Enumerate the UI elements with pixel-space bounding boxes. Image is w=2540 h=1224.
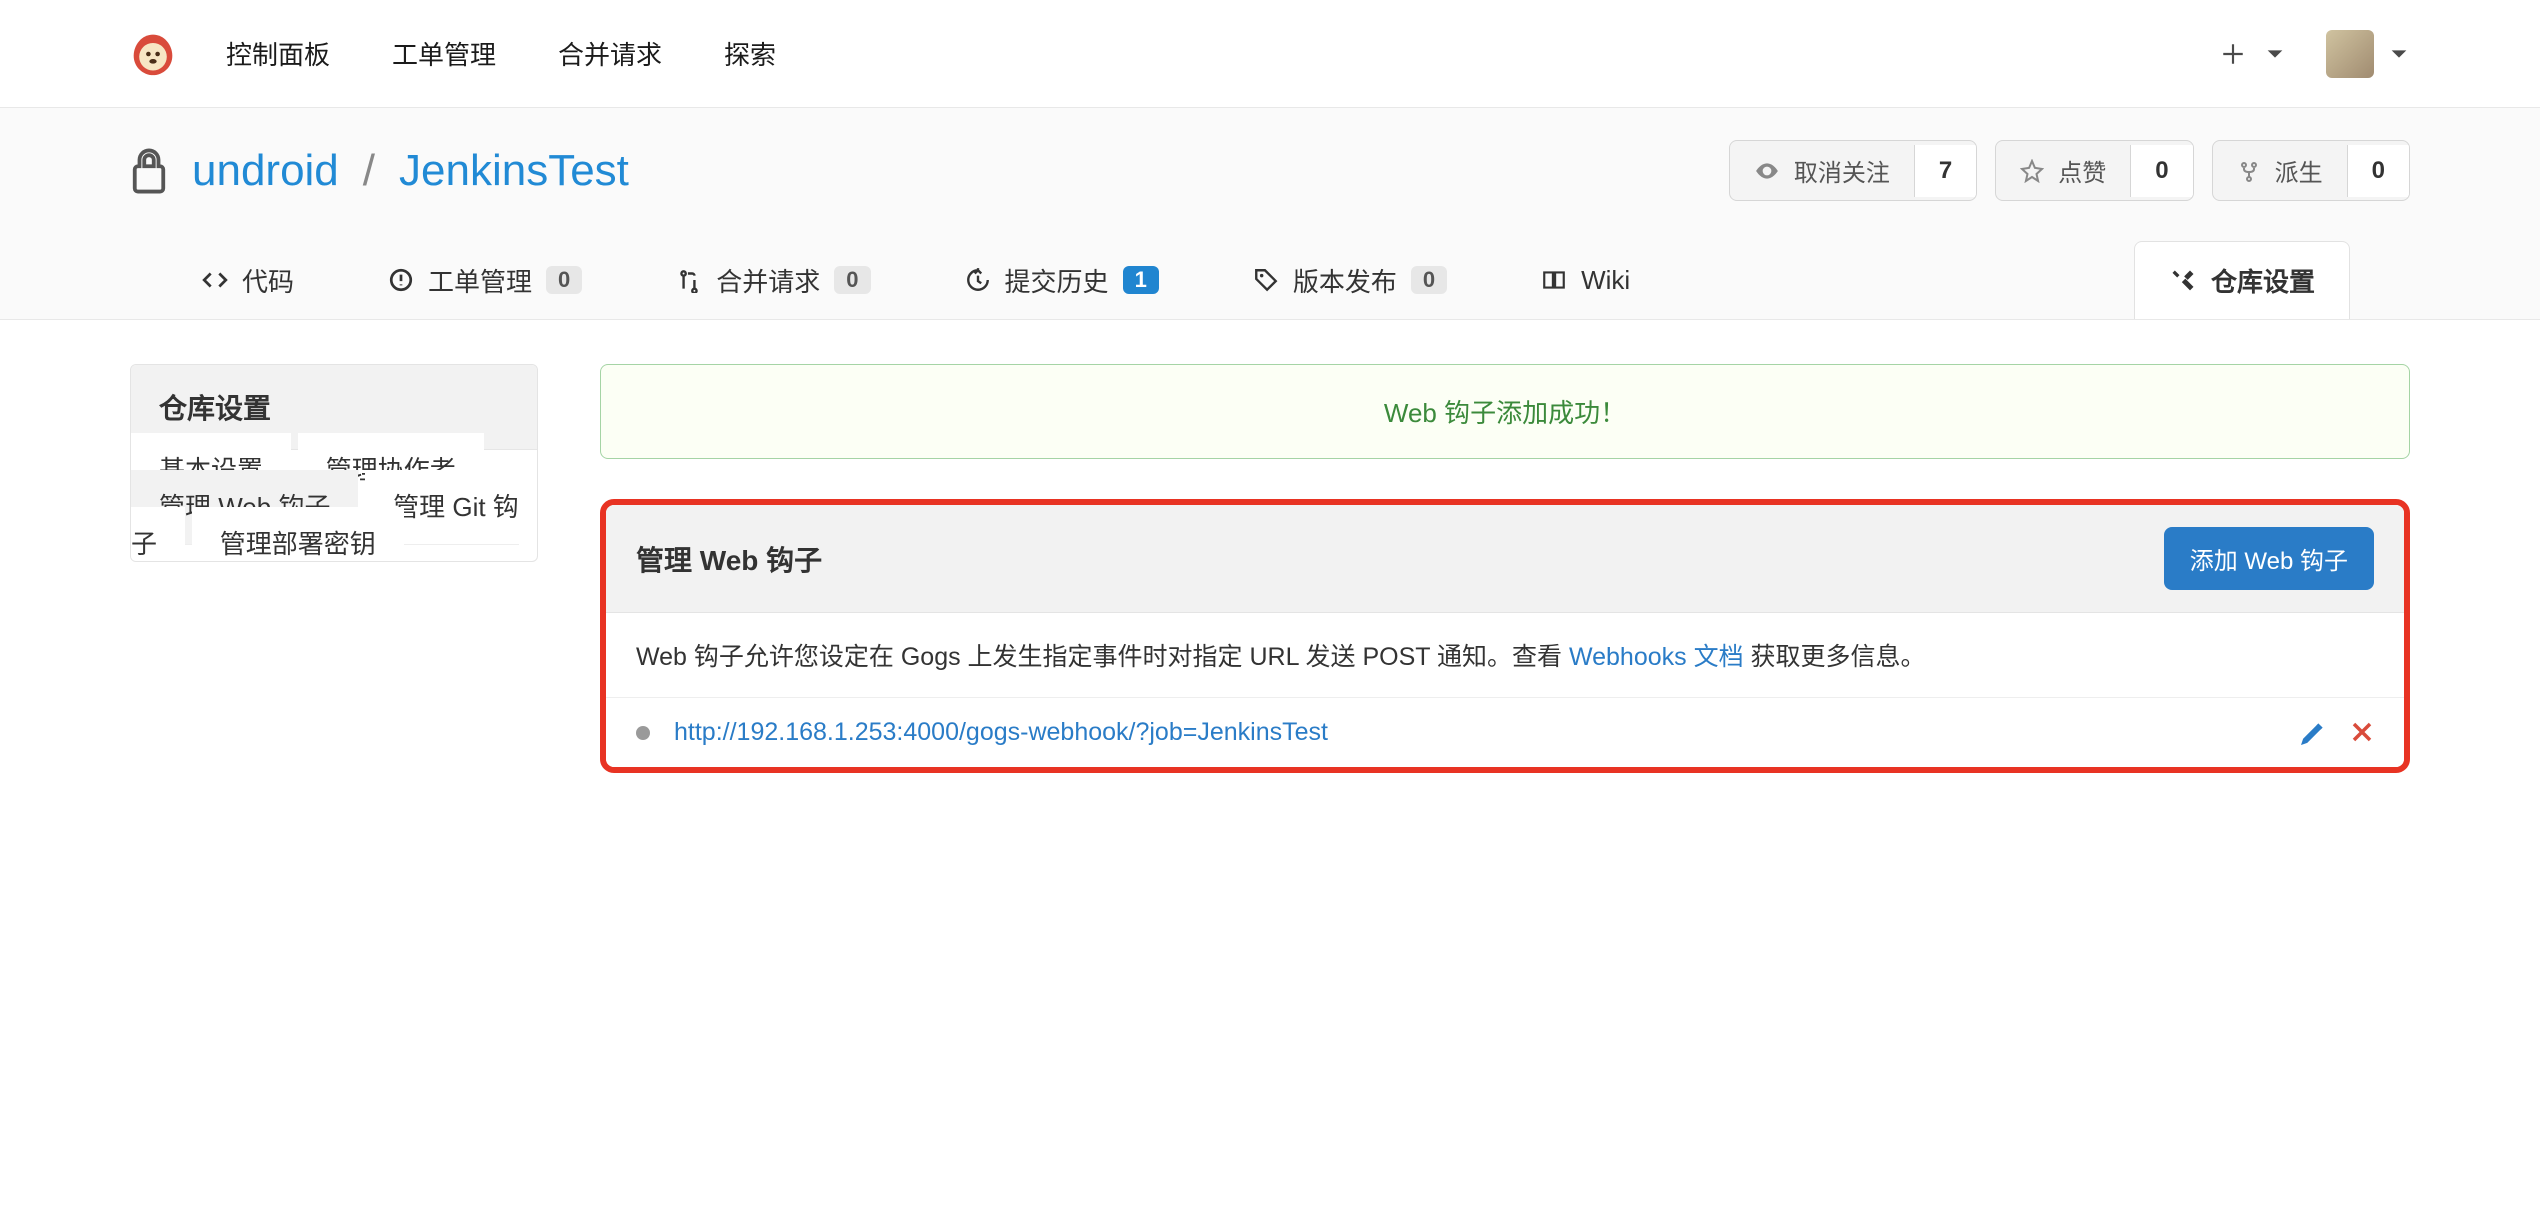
watch-count: 7 [1914,145,1976,197]
repo-owner-link[interactable]: undroid [192,146,339,196]
chevron-down-icon [2388,43,2410,65]
webhooks-panel: 管理 Web 钩子 添加 Web 钩子 Web 钩子允许您设定在 Gogs 上发… [606,505,2404,767]
user-menu[interactable] [2326,30,2410,78]
edit-webhook-button[interactable] [2300,720,2326,746]
close-icon [2350,720,2374,744]
repo-tabs: 代码 工单管理 0 合并请求 0 提交历史 1 版本发布 0 [130,201,2410,319]
avatar [2326,30,2374,78]
tab-commits[interactable]: 提交历史 1 [953,248,1171,313]
nav-dashboard[interactable]: 控制面板 [226,35,330,72]
repo-title: undroid / JenkinsTest [130,146,629,196]
fork-button[interactable]: 派生 0 [2212,140,2410,201]
create-menu[interactable] [2220,41,2286,67]
history-icon [965,267,991,293]
lock-icon [130,147,168,195]
plus-icon [2220,41,2246,67]
tab-wiki[interactable]: Wiki [1529,251,1642,310]
delete-webhook-button[interactable] [2350,720,2374,746]
watch-label: 取消关注 [1794,153,1890,188]
tab-releases[interactable]: 版本发布 0 [1241,248,1459,313]
issues-count: 0 [546,266,582,294]
status-dot-icon [636,726,650,740]
webhooks-title: 管理 Web 钩子 [636,539,822,579]
star-icon [2020,159,2044,183]
settings-sidebar: 仓库设置 基本设置 管理协作者 管理 Web 钩子 管理 Git 钩子 管理部署… [130,364,538,562]
git-pull-icon [676,267,702,293]
repo-separator: / [363,146,375,196]
pulls-count: 0 [834,266,870,294]
nav-explore[interactable]: 探索 [724,35,776,72]
top-nav: 控制面板 工单管理 合并请求 探索 [0,0,2540,108]
webhook-row: http://192.168.1.253:4000/gogs-webhook/?… [606,698,2404,767]
sidebar-item-deploykeys[interactable]: 管理部署密钥 [192,507,404,562]
nav-links: 控制面板 工单管理 合并请求 探索 [226,35,776,72]
fork-icon [2237,159,2261,183]
nav-right [2220,30,2410,78]
webhook-url-link[interactable]: http://192.168.1.253:4000/gogs-webhook/?… [674,718,1328,747]
star-count: 0 [2130,145,2192,197]
highlight-frame: 管理 Web 钩子 添加 Web 钩子 Web 钩子允许您设定在 Gogs 上发… [600,499,2410,773]
code-icon [202,267,228,293]
tab-code[interactable]: 代码 [190,248,306,313]
commits-count: 1 [1123,266,1159,294]
chevron-down-icon [2264,43,2286,65]
webhooks-description: Web 钩子允许您设定在 Gogs 上发生指定事件时对指定 URL 发送 POS… [606,613,2404,698]
add-webhook-button[interactable]: 添加 Web 钩子 [2164,527,2374,590]
success-alert: Web 钩子添加成功！ [600,364,2410,459]
tab-issues[interactable]: 工单管理 0 [376,248,594,313]
site-logo[interactable] [130,31,176,77]
repo-actions: 取消关注 7 点赞 0 派生 0 [1729,140,2410,201]
tools-icon [2169,267,2197,295]
tab-pulls[interactable]: 合并请求 0 [664,248,882,313]
star-label: 点赞 [2058,153,2106,188]
repo-name-link[interactable]: JenkinsTest [399,146,629,196]
watch-button[interactable]: 取消关注 7 [1729,140,1977,201]
pencil-icon [2300,720,2326,746]
fork-count: 0 [2347,145,2409,197]
eye-icon [1754,158,1780,184]
webhooks-docs-link[interactable]: Webhooks 文档 [1569,643,1744,671]
star-button[interactable]: 点赞 0 [1995,140,2193,201]
tab-settings[interactable]: 仓库设置 [2134,241,2350,319]
tag-icon [1253,267,1279,293]
repo-header: undroid / JenkinsTest 取消关注 7 点赞 [0,108,2540,320]
nav-pulls[interactable]: 合并请求 [558,35,662,72]
content: 仓库设置 基本设置 管理协作者 管理 Web 钩子 管理 Git 钩子 管理部署… [0,320,2540,817]
fork-label: 派生 [2275,153,2323,188]
issue-icon [388,267,414,293]
book-icon [1541,267,1567,293]
main-panel: Web 钩子添加成功！ 管理 Web 钩子 添加 Web 钩子 Web 钩子允许… [600,364,2410,773]
releases-count: 0 [1411,266,1447,294]
nav-issues[interactable]: 工单管理 [392,35,496,72]
